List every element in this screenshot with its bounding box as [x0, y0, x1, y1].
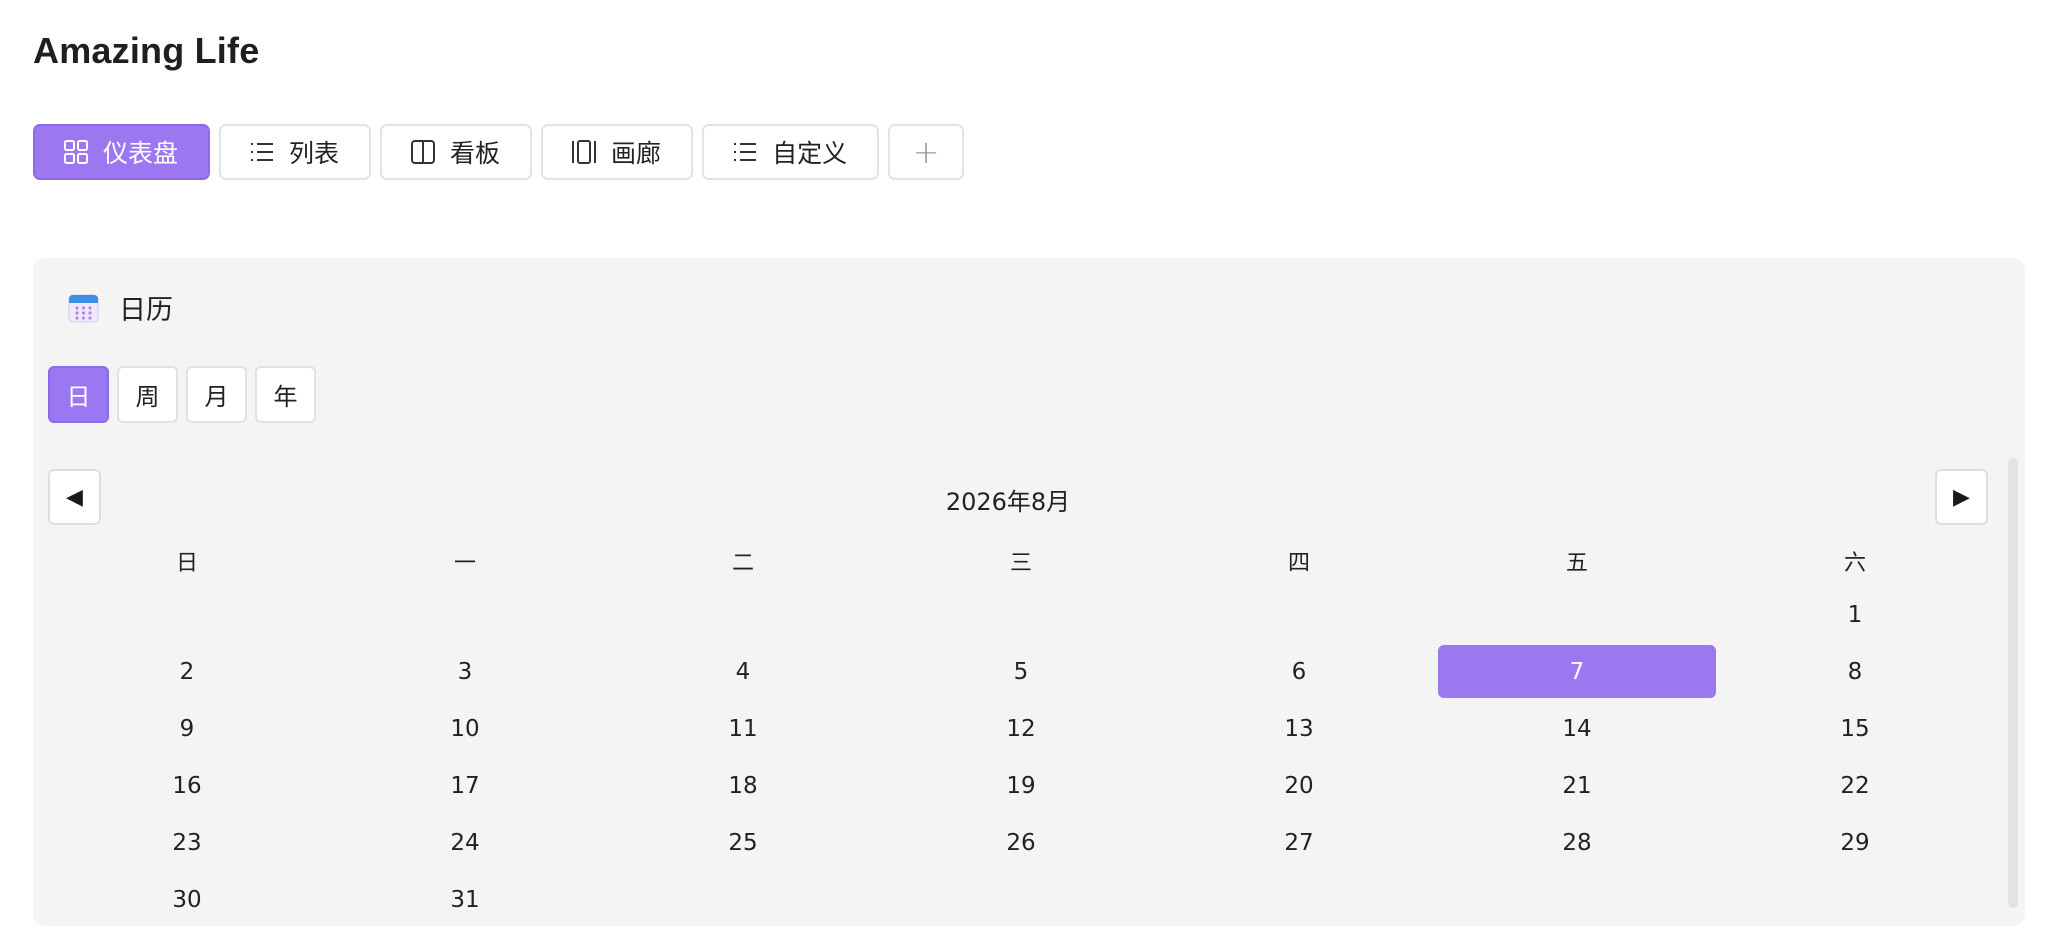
day-cell[interactable]: 23 — [48, 814, 326, 871]
tab-board[interactable]: 看板 — [380, 124, 533, 180]
day-cell[interactable]: 30 — [48, 871, 326, 928]
week-row: 23 24 25 26 27 28 29 — [48, 814, 1994, 871]
day-cell-selected[interactable]: 7 — [1438, 645, 1716, 698]
weekday-label: 三 — [1009, 551, 1032, 576]
day-cell[interactable]: 25 — [604, 814, 882, 871]
week-row: 30 31 — [48, 871, 1994, 928]
day-cell[interactable]: 11 — [604, 700, 882, 757]
day-cell[interactable]: 18 — [604, 757, 882, 814]
day-cell[interactable]: 14 — [1438, 700, 1716, 757]
week-row: 2 3 4 5 6 7 8 — [48, 643, 1994, 700]
day-cell[interactable]: 10 — [326, 700, 604, 757]
day-cell-empty — [326, 586, 604, 643]
tab-gallery-label: 画廊 — [611, 139, 662, 168]
day-cell[interactable]: 8 — [1716, 643, 1994, 700]
day-cell[interactable]: 12 — [882, 700, 1160, 757]
day-cell[interactable]: 29 — [1716, 814, 1994, 871]
tab-dashboard-label: 仪表盘 — [103, 139, 179, 168]
list-icon — [249, 139, 275, 165]
week-row: 1 — [48, 586, 1994, 643]
day-cell[interactable]: 27 — [1160, 814, 1438, 871]
tab-list[interactable]: 列表 — [219, 124, 372, 180]
day-cell-empty — [48, 586, 326, 643]
calendar-icon — [68, 292, 99, 323]
calendar-mode-tabs: 日 周 月 年 — [48, 366, 316, 423]
board-icon — [410, 139, 436, 165]
day-cell-empty — [1716, 871, 1994, 928]
day-cell[interactable]: 4 — [604, 643, 882, 700]
list-icon — [732, 139, 758, 165]
day-cell[interactable]: 16 — [48, 757, 326, 814]
mode-week-button[interactable]: 周 — [117, 366, 178, 423]
mode-year-button[interactable]: 年 — [255, 366, 316, 423]
day-cell[interactable]: 24 — [326, 814, 604, 871]
day-cell[interactable]: 20 — [1160, 757, 1438, 814]
day-cell-empty — [1160, 586, 1438, 643]
weekday-label: 二 — [731, 551, 754, 576]
day-cell[interactable]: 1 — [1716, 586, 1994, 643]
tab-gallery[interactable]: 画廊 — [541, 124, 694, 180]
day-cell[interactable]: 13 — [1160, 700, 1438, 757]
mode-day-button[interactable]: 日 — [48, 366, 109, 423]
weekday-label: 一 — [453, 551, 476, 576]
day-cell[interactable]: 6 — [1160, 643, 1438, 700]
vertical-scrollbar[interactable] — [2008, 458, 2018, 908]
day-cell-empty — [1160, 871, 1438, 928]
day-cell[interactable]: 9 — [48, 700, 326, 757]
grid-icon — [63, 139, 89, 165]
page-title: Amazing Life — [33, 30, 260, 71]
day-cell[interactable]: 15 — [1716, 700, 1994, 757]
day-cell-empty — [1438, 871, 1716, 928]
view-tabs: 仪表盘 列表 看板 画廊 自定义 + — [33, 124, 965, 180]
tab-list-label: 列表 — [289, 139, 340, 168]
tab-board-label: 看板 — [450, 139, 501, 168]
day-cell[interactable]: 21 — [1438, 757, 1716, 814]
day-cell[interactable]: 19 — [882, 757, 1160, 814]
weekday-header-row: 日 一 二 三 四 五 六 — [48, 536, 1994, 586]
day-cell[interactable]: 3 — [326, 643, 604, 700]
week-row: 16 17 18 19 20 21 22 — [48, 757, 1994, 814]
add-view-button[interactable]: + — [888, 124, 965, 180]
calendar-title: 日历 — [119, 295, 173, 326]
next-month-button[interactable]: ▶ — [1935, 469, 1988, 525]
month-label: 2026年8月 — [945, 488, 1071, 516]
gallery-icon — [571, 139, 597, 165]
day-cell-empty — [882, 871, 1160, 928]
weekday-label: 日 — [175, 551, 198, 576]
day-cell[interactable]: 22 — [1716, 757, 1994, 814]
week-row: 9 10 11 12 13 14 15 — [48, 700, 1994, 757]
day-cell-empty — [1438, 586, 1716, 643]
tab-dashboard[interactable]: 仪表盘 — [33, 124, 211, 180]
triangle-right-icon: ▶ — [1953, 484, 1970, 510]
tab-custom[interactable]: 自定义 — [702, 124, 880, 180]
weekday-label: 五 — [1565, 551, 1588, 576]
calendar-panel: 日历 日 周 月 年 ◀ 2026年8月 ▶ 日 一 二 三 四 五 六 1 2… — [33, 258, 2025, 926]
mode-month-button[interactable]: 月 — [186, 366, 247, 423]
calendar-header: 日历 — [68, 288, 173, 327]
day-cell-empty — [604, 871, 882, 928]
day-cell-empty — [882, 586, 1160, 643]
day-cell[interactable]: 28 — [1438, 814, 1716, 871]
weekday-label: 四 — [1287, 551, 1310, 576]
weekday-label: 六 — [1843, 551, 1866, 576]
day-cell[interactable]: 26 — [882, 814, 1160, 871]
day-cell[interactable]: 31 — [326, 871, 604, 928]
calendar-grid: 日 一 二 三 四 五 六 1 2 3 4 5 6 7 8 9 10 11 12… — [48, 536, 1994, 928]
tab-custom-label: 自定义 — [772, 139, 848, 168]
app-root: Amazing Life 仪表盘 列表 看板 画廊 自定义 + 日历 日 周 月… — [0, 0, 2048, 943]
day-cell[interactable]: 5 — [882, 643, 1160, 700]
day-cell-empty — [604, 586, 882, 643]
day-cell[interactable]: 17 — [326, 757, 604, 814]
day-cell[interactable]: 2 — [48, 643, 326, 700]
